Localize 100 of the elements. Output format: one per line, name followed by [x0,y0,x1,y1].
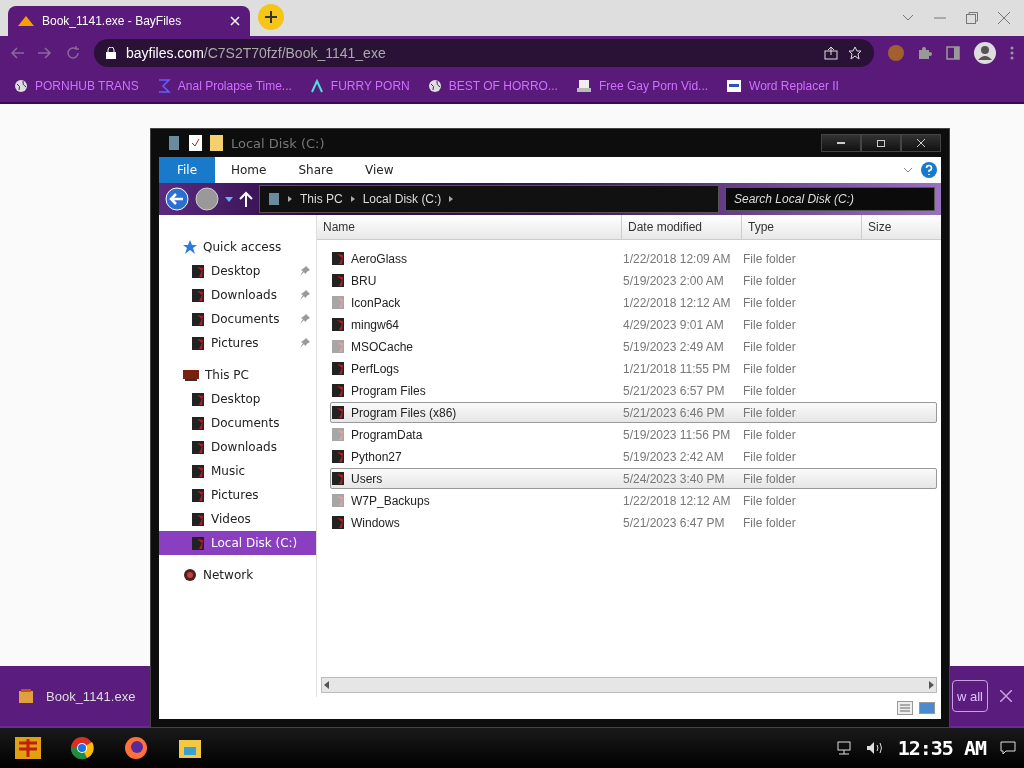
folder-icon [331,471,345,486]
pin-icon [300,314,310,324]
nav-item[interactable]: Local Disk (C:) [159,531,316,555]
nav-item[interactable]: Network [159,563,316,587]
date-modified: 5/19/2023 2:49 AM [623,339,724,354]
forward-icon[interactable] [38,47,52,59]
column-header[interactable]: Size [862,215,941,239]
globe-icon [14,79,28,93]
breadcrumb-item[interactable]: This PC [300,192,343,206]
file-row[interactable]: AeroGlass 1/22/2018 12:09 AM File folder [330,248,937,269]
back-icon[interactable] [10,47,24,59]
sidebar-icon[interactable] [946,46,960,60]
reload-icon[interactable] [66,46,80,60]
folder-icon [331,273,345,288]
bookmark[interactable]: FURRY PORN [309,79,410,93]
restore-icon[interactable] [966,12,978,24]
file-row[interactable]: W7P_Backups 1/22/2018 12:12 AM File folder [330,490,937,511]
bookmark[interactable]: Free Gay Porn Vid... [575,79,709,93]
file-type: File folder [743,493,796,508]
date-modified: 5/21/2023 6:57 PM [623,383,725,398]
folder-icon [331,449,345,464]
close-icon[interactable] [1000,690,1012,702]
bookmark-label: FURRY PORN [330,79,410,93]
file-type: File folder [743,317,796,332]
bookmark[interactable]: BEST OF HORRO... [427,79,558,93]
clock[interactable]: 12:35 AM [897,736,986,760]
bookmark[interactable]: Anal Prolapse Time... [156,79,292,93]
ribbon-tab[interactable]: File [159,157,215,183]
notification-icon[interactable] [1000,741,1016,755]
nav-item[interactable]: Quick access [159,235,316,259]
bookmark-label: Word Replacer II [749,79,839,93]
speaker-icon[interactable] [865,741,884,755]
share-icon[interactable] [824,46,838,60]
profile-icon[interactable] [974,42,996,64]
search-field[interactable]: Search Local Disk (C:) [725,187,935,211]
horizontal-scrollbar[interactable] [321,677,937,693]
file-row[interactable]: ProgramData 5/19/2023 11:56 PM File folder [330,424,937,445]
puzzle-icon[interactable] [918,46,932,60]
network-icon[interactable] [835,741,852,755]
dropdown-icon[interactable] [225,196,233,202]
file-type: File folder [743,273,796,288]
folder-icon [331,515,345,530]
nav-item[interactable]: Videos [159,507,316,531]
column-header[interactable]: Name [317,215,622,239]
maximize-button[interactable] [861,134,901,152]
folder-icon [191,535,205,551]
file-row[interactable]: IconPack 1/22/2018 12:12 AM File folder [330,292,937,313]
breadcrumb-bar[interactable]: This PC Local Disk (C:) [259,185,719,213]
file-row[interactable]: Users 5/24/2023 3:40 PM File folder [330,468,937,489]
sigma-icon [156,79,171,93]
file-row[interactable]: BRU 5/19/2023 2:00 AM File folder [330,270,937,291]
nav-item[interactable]: Music [159,459,316,483]
nav-item[interactable]: Pictures [159,483,316,507]
file-type: File folder [743,449,796,464]
close-button[interactable] [901,134,941,152]
nav-item[interactable]: Pictures [159,331,316,355]
file-row[interactable]: Windows 5/21/2023 6:47 PM File folder [330,512,937,533]
file-row[interactable]: Program Files (x86) 5/21/2023 6:46 PM File folder [330,402,937,423]
chevron-icon [288,196,292,202]
show-all-button[interactable]: w all [952,680,988,712]
drive-icon [167,135,181,151]
bookmark-label: Free Gay Porn Vid... [598,79,709,93]
file-row[interactable]: Program Files 5/21/2023 6:57 PM File folder [330,380,937,401]
thumbnail-view-icon[interactable] [919,702,935,714]
nav-item[interactable]: Documents [159,411,316,435]
column-header[interactable]: Type [742,215,862,239]
folder-icon [191,311,205,327]
nav-item[interactable]: Downloads [159,283,316,307]
file-type: File folder [743,405,796,420]
nav-item[interactable]: Documents [159,307,316,331]
column-header[interactable]: Date modified [622,215,742,239]
file-type: File folder [743,383,796,398]
minimize-button[interactable] [821,134,861,152]
scroll-right-icon[interactable] [926,681,936,689]
checklist-icon[interactable] [189,135,202,151]
nav-item[interactable]: Desktop [159,387,316,411]
file-type: File folder [743,251,796,266]
breadcrumb-item[interactable]: Local Disk (C:) [362,192,442,206]
nav-item[interactable]: Desktop [159,259,316,283]
nav-item[interactable]: This PC [159,363,316,387]
folder-icon [331,383,345,398]
star-icon[interactable] [848,46,862,60]
address-bar[interactable]: bayfiles.com/C7S2T70fzf/Book_1141_exe [94,39,874,67]
forward-button[interactable] [195,187,219,211]
file-row[interactable]: MSOCache 5/19/2023 2:49 AM File folder [330,336,937,357]
nav-item[interactable]: Downloads [159,435,316,459]
bookmark[interactable]: PORNHUB TRANS [14,79,139,93]
new-tab-button[interactable] [258,3,284,30]
file-name: Windows [351,515,400,530]
file-row[interactable]: Python27 5/19/2023 2:42 AM File folder [330,446,937,467]
bookmark[interactable]: Word Replacer II [726,79,839,93]
menu-icon[interactable] [1010,46,1014,60]
file-row[interactable]: mingw64 4/29/2023 9:01 AM File folder [330,314,937,335]
download-filename[interactable]: Book_1141.exe [46,688,136,704]
scroll-left-icon[interactable] [322,681,332,689]
file-row[interactable]: PerfLogs 1/21/2018 11:55 PM File folder [330,358,937,379]
browser-tab[interactable]: Book_1141.exe - BayFiles [8,6,250,36]
up-arrow-icon[interactable] [239,191,253,207]
pin-icon [300,266,310,276]
back-button[interactable] [165,187,189,211]
